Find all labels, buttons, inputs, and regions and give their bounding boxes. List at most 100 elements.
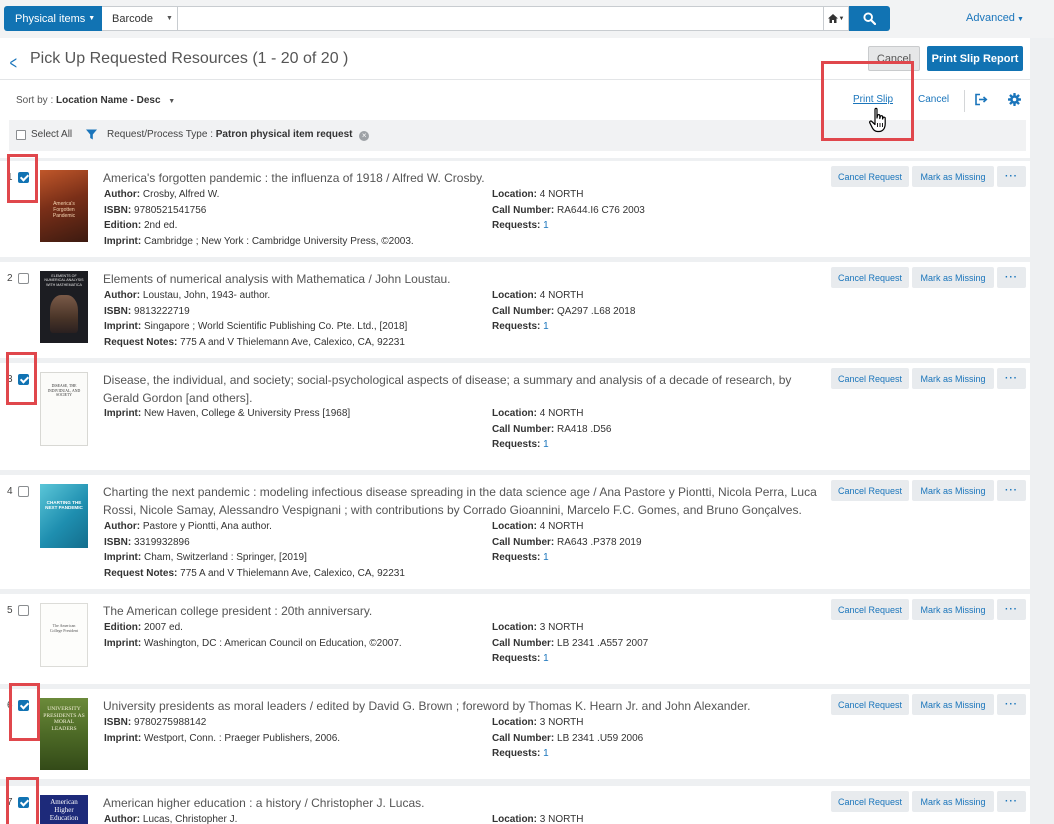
requests-label: Requests: (492, 439, 541, 450)
book-cover[interactable]: American Higher Education (40, 795, 88, 824)
item-details: Author: Crosby, Alfred W. ISBN: 97805215… (104, 187, 414, 249)
call-number-label: Call Number: (492, 305, 555, 317)
search-scope-dropdown[interactable]: Physical items ▼ (4, 6, 102, 31)
item-requests-link[interactable]: 1 (543, 653, 549, 664)
item-title[interactable]: University presidents as moral leaders /… (103, 697, 823, 715)
search-field-dropdown[interactable]: Barcode ▼ (102, 6, 178, 31)
item-location: 3 NORTH (539, 717, 584, 728)
cancel-request-button[interactable]: Cancel Request (831, 599, 909, 620)
cancel-request-button[interactable]: Cancel Request (831, 791, 909, 812)
more-actions-button[interactable]: ··· (997, 267, 1026, 288)
caret-down-icon: ▼ (168, 98, 176, 105)
book-cover[interactable]: DISEASE, THE INDIVIDUAL, AND SOCIETY (40, 372, 88, 446)
back-chevron-icon[interactable]: < (10, 53, 17, 74)
item-location: 3 NORTH (539, 814, 584, 824)
item-requests-link[interactable]: 1 (543, 439, 549, 450)
item-requests-link[interactable]: 1 (543, 220, 549, 231)
highlight-box (7, 154, 38, 203)
item-requests-link[interactable]: 1 (543, 748, 549, 759)
item-title[interactable]: Charting the next pandemic : modeling in… (103, 483, 823, 519)
library-scope-button[interactable]: ▼ (824, 6, 849, 31)
requests-label: Requests: (492, 552, 541, 563)
page-gutter (1030, 38, 1054, 824)
more-actions-button[interactable]: ··· (997, 480, 1026, 501)
divider (964, 90, 965, 112)
search-button[interactable] (849, 6, 890, 31)
item-edition: 2007 ed. (144, 622, 183, 633)
more-actions-button[interactable]: ··· (997, 694, 1026, 715)
call-number-label: Call Number: (492, 536, 555, 548)
mark-as-missing-button[interactable]: Mark as Missing (912, 694, 994, 715)
clear-filter-icon[interactable]: × (359, 131, 370, 141)
more-actions-button[interactable]: ··· (997, 368, 1026, 389)
item-call-number: LB 2341 .A557 2007 (557, 637, 649, 649)
location-label: Location: (492, 814, 537, 824)
more-actions-button[interactable]: ··· (997, 166, 1026, 187)
item-author: Loustau, John, 1943- author. (142, 290, 271, 301)
mark-as-missing-button[interactable]: Mark as Missing (912, 599, 994, 620)
item-imprint: Westport, Conn. : Praeger Publishers, 20… (144, 732, 341, 744)
home-icon (827, 14, 838, 23)
call-number-label: Call Number: (492, 423, 555, 435)
search-input[interactable] (178, 6, 824, 31)
mark-as-missing-button[interactable]: Mark as Missing (912, 166, 994, 187)
item-title[interactable]: American higher education : a history / … (103, 794, 823, 812)
cancel-request-button[interactable]: Cancel Request (831, 480, 909, 501)
call-number-label: Call Number: (492, 204, 555, 216)
mark-as-missing-button[interactable]: Mark as Missing (912, 791, 994, 812)
item-title[interactable]: America's forgotten pandemic : the influ… (103, 169, 823, 187)
caret-down-icon: ▼ (165, 15, 173, 22)
item-title[interactable]: Disease, the individual, and society; so… (103, 371, 823, 407)
imprint-label: Imprint: (104, 732, 142, 744)
item-author: Pastore y Piontti, Ana author. (142, 521, 272, 532)
advanced-search-link[interactable]: Advanced ▼ (966, 12, 1024, 24)
item-title[interactable]: Elements of numerical analysis with Math… (103, 270, 823, 288)
edition-label: Edition: (104, 622, 142, 633)
author-label: Author: (104, 189, 141, 200)
item-requests-link[interactable]: 1 (543, 321, 549, 332)
mark-as-missing-button[interactable]: Mark as Missing (912, 368, 994, 389)
cancel-request-button[interactable]: Cancel Request (831, 166, 909, 187)
highlight-box (6, 352, 37, 405)
search-icon (863, 12, 876, 25)
book-cover[interactable]: CHARTING THE NEXT PANDEMIC (40, 484, 88, 548)
more-actions-button[interactable]: ··· (997, 791, 1026, 812)
cancel-request-button[interactable]: Cancel Request (831, 267, 909, 288)
item-title[interactable]: The American college president : 20th an… (103, 602, 823, 620)
list-item: 5 The American College President The Ame… (0, 594, 1030, 684)
request-notes-label: Request Notes: (104, 336, 178, 348)
row-checkbox[interactable] (18, 273, 29, 284)
row-checkbox[interactable] (18, 605, 29, 616)
sort-by-dropdown[interactable]: Sort by : Location Name - Desc ▼ (16, 95, 175, 106)
item-location: 4 NORTH (539, 290, 584, 301)
request-notes-label: Request Notes: (104, 567, 178, 579)
gear-icon[interactable] (1008, 93, 1021, 106)
row-checkbox[interactable] (18, 486, 29, 497)
item-details: ISBN: 9780275988142 Imprint: Westport, C… (104, 715, 340, 746)
select-all-checkbox[interactable] (16, 130, 26, 140)
item-location-details: Location: 4 NORTH Call Number: RA418 .D5… (492, 406, 612, 453)
print-slip-report-button[interactable]: Print Slip Report (927, 46, 1023, 71)
filter-icon[interactable] (86, 129, 97, 140)
book-cover[interactable]: ELEMENTS OF NUMERICAL ANALYSIS WITH MATH… (40, 271, 88, 343)
book-cover[interactable]: UNIVERSITY PRESIDENTS AS MORAL LEADERS (40, 698, 88, 770)
item-imprint: New Haven, College & University Press [1… (144, 408, 351, 419)
item-call-number: RA644.I6 C76 2003 (557, 204, 645, 216)
mark-as-missing-button[interactable]: Mark as Missing (912, 480, 994, 501)
requests-label: Requests: (492, 220, 541, 231)
mark-as-missing-button[interactable]: Mark as Missing (912, 267, 994, 288)
cancel-request-button[interactable]: Cancel Request (831, 694, 909, 715)
active-filter: Request/Process Type : Patron physical i… (107, 129, 370, 141)
more-actions-button[interactable]: ··· (997, 599, 1026, 620)
item-requests-link[interactable]: 1 (543, 552, 549, 563)
book-cover[interactable]: America's Forgotten Pandemic (40, 170, 88, 242)
row-number: 2 (7, 273, 13, 284)
item-isbn: 9780521541756 (134, 204, 207, 216)
cancel-link[interactable]: Cancel (918, 94, 949, 105)
select-all-label: Select All (31, 129, 73, 140)
cancel-request-button[interactable]: Cancel Request (831, 368, 909, 389)
requests-label: Requests: (492, 748, 541, 759)
book-cover[interactable]: The American College President (40, 603, 88, 667)
call-number-label: Call Number: (492, 637, 555, 649)
export-icon[interactable] (974, 93, 988, 106)
